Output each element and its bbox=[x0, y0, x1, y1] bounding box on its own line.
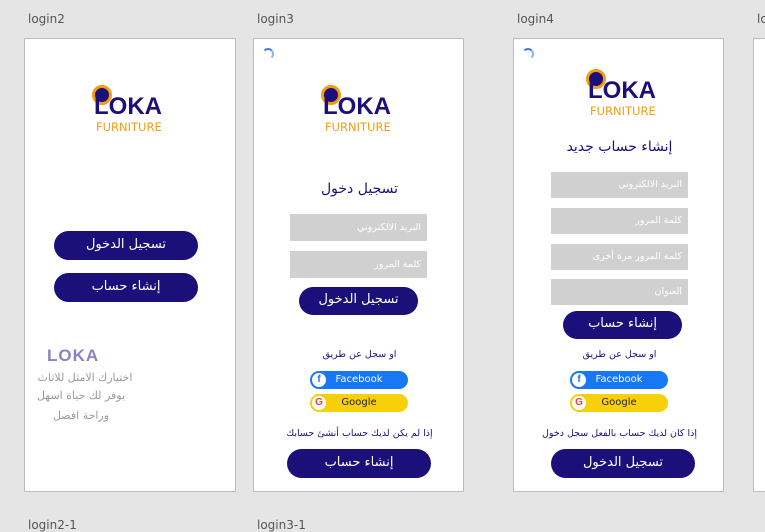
no-account-text: إذا لم يكن لديك حساب أنشئ حسابك bbox=[286, 428, 433, 439]
email-field[interactable]: البريد الالكتروني bbox=[551, 172, 688, 198]
login-button[interactable]: تسجيل الدخول bbox=[299, 287, 418, 315]
frame-login4[interactable]: LOKA FURNITURE إنشاء حساب جديد البريد ال… bbox=[513, 38, 724, 492]
facebook-label: Facebook bbox=[595, 374, 643, 385]
logo-subtitle: FURNITURE bbox=[590, 104, 656, 118]
google-label: Google bbox=[601, 397, 637, 408]
google-button[interactable]: G Google bbox=[310, 394, 408, 412]
facebook-icon: f bbox=[312, 373, 326, 387]
loka-logo: LOKA FURNITURE bbox=[90, 85, 170, 135]
or-signin-text: او سجل عن طريق bbox=[582, 349, 657, 360]
logo-word: LOKA bbox=[588, 77, 656, 104]
tagline-line-2: يوفر لك حياة اسهل bbox=[36, 389, 126, 402]
confirm-password-field[interactable]: كلمة المرور مرة أخرى bbox=[551, 244, 688, 270]
password-field[interactable]: كلمة المرور bbox=[551, 208, 688, 234]
login-button[interactable]: تسجيل الدخول bbox=[54, 231, 198, 260]
tagline-line-1: اختيارك الامثل للاثاث bbox=[37, 371, 133, 384]
loka-logo: LOKA FURNITURE bbox=[319, 85, 399, 135]
email-field[interactable]: البريد الالكتروني bbox=[290, 214, 427, 241]
google-icon: G bbox=[312, 396, 326, 410]
signup-button[interactable]: إنشاء حساب bbox=[287, 449, 431, 478]
loading-spinner-icon bbox=[522, 48, 534, 60]
or-signin-text: او سجل عن طريق bbox=[322, 349, 397, 360]
frame-label-login5[interactable]: lo bbox=[757, 12, 765, 26]
google-icon: G bbox=[572, 396, 586, 410]
logo-subtitle: FURNITURE bbox=[325, 120, 391, 134]
frame-label-login4[interactable]: login4 bbox=[517, 12, 554, 26]
frame-label-login3-1[interactable]: login3-1 bbox=[257, 518, 306, 532]
loading-spinner-icon bbox=[262, 48, 274, 60]
loka-logo: LOKA FURNITURE bbox=[584, 69, 664, 119]
login-button[interactable]: تسجيل الدخول bbox=[551, 449, 695, 478]
password-field[interactable]: كلمة المرور bbox=[290, 251, 427, 278]
google-button[interactable]: G Google bbox=[570, 394, 668, 412]
have-account-text: إذا كان لديك حساب بالفعل سجل دخول bbox=[542, 428, 697, 439]
frame-label-login3[interactable]: login3 bbox=[257, 12, 294, 26]
logo-word: LOKA bbox=[323, 93, 391, 120]
frame-label-login2[interactable]: login2 bbox=[28, 12, 65, 26]
signup-button[interactable]: إنشاء حساب bbox=[54, 273, 198, 302]
facebook-button[interactable]: f Facebook bbox=[570, 371, 668, 389]
signup-button[interactable]: إنشاء حساب bbox=[563, 311, 682, 339]
frame-login2[interactable]: LOKA FURNITURE تسجيل الدخول إنشاء حساب L… bbox=[24, 38, 236, 492]
facebook-button[interactable]: f Facebook bbox=[310, 371, 408, 389]
tagline-logo: LOKA bbox=[47, 346, 100, 365]
tagline-line-3: وراحة افضل bbox=[52, 409, 110, 422]
frame-login3[interactable]: LOKA FURNITURE تسجيل دخول البريد الالكتر… bbox=[253, 38, 464, 492]
page-title: إنشاء حساب جديد bbox=[566, 139, 673, 155]
facebook-label: Facebook bbox=[335, 374, 383, 385]
page-title: تسجيل دخول bbox=[321, 181, 398, 197]
facebook-icon: f bbox=[572, 373, 586, 387]
frame-partial[interactable] bbox=[753, 38, 765, 492]
logo-word: LOKA bbox=[94, 93, 162, 120]
frame-label-login2-1[interactable]: login2-1 bbox=[28, 518, 77, 532]
address-field[interactable]: العنوان bbox=[551, 279, 688, 305]
logo-subtitle: FURNITURE bbox=[96, 120, 162, 134]
google-label: Google bbox=[341, 397, 377, 408]
